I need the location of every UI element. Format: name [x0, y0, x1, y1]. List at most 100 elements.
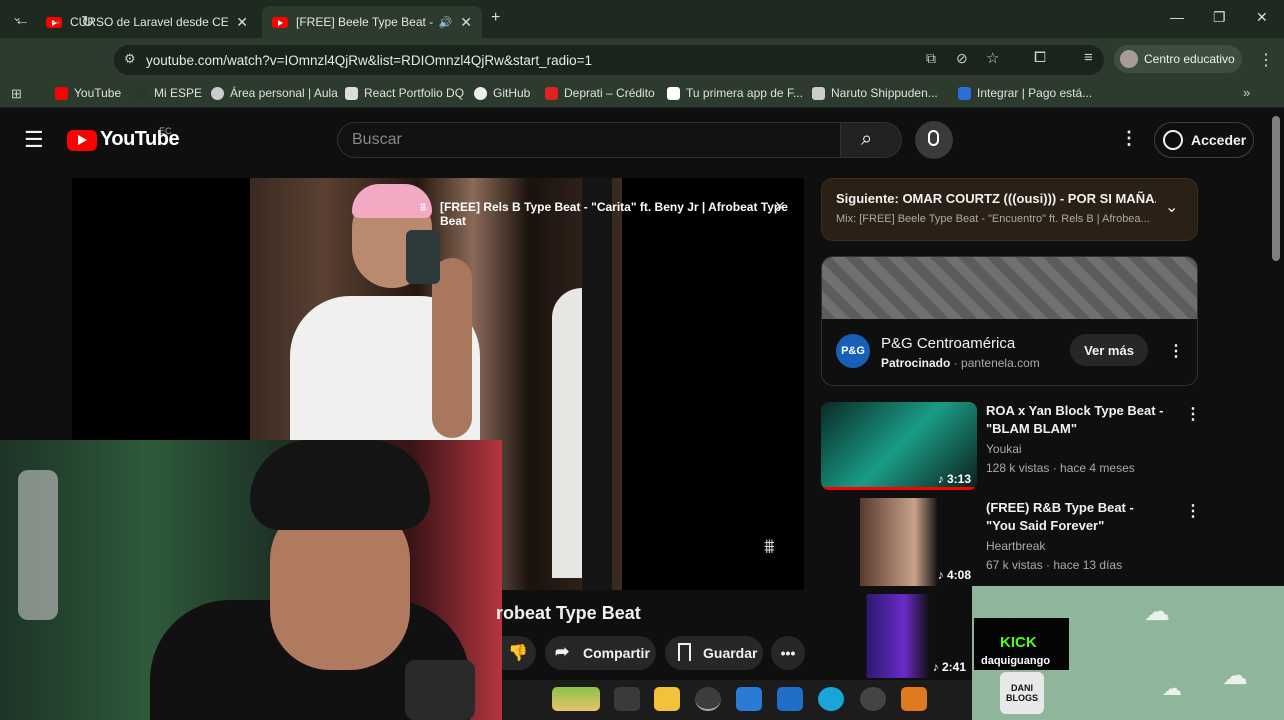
advertiser-logo[interactable]: P&G	[836, 334, 870, 368]
rec-title-2[interactable]: (FREE) R&B Type Beat - "You Said Forever…	[986, 499, 1166, 535]
bookmark-integrar[interactable]: Integrar | Pago está...	[958, 86, 1092, 100]
youtube-logo-icon[interactable]	[67, 130, 97, 151]
close-tab-icon[interactable]: ✕	[236, 14, 248, 31]
rec-options-kebab-icon[interactable]: ⋮	[1185, 404, 1201, 424]
minimize-icon[interactable]: —	[1170, 9, 1184, 25]
watched-progress-bar	[821, 487, 977, 490]
ad-banner-image[interactable]	[822, 257, 1197, 319]
page-scrollbar[interactable]	[1272, 116, 1280, 261]
extensions-icon[interactable]: ⧠	[1034, 49, 1046, 66]
more-actions-button[interactable]: •••	[771, 636, 805, 670]
maximize-icon[interactable]: ❐	[1213, 9, 1226, 26]
region-code: EC	[159, 126, 172, 136]
rec-channel-2[interactable]: Heartbreak	[986, 539, 1045, 553]
install-app-icon[interactable]: ⧉	[926, 50, 936, 67]
save-button[interactable]: Guardar	[665, 636, 763, 670]
rec-age: hace 13 días	[1053, 558, 1123, 572]
rec-thumbnail-3[interactable]: ♪ 2:41	[821, 594, 972, 678]
webcam-overlay	[0, 440, 502, 720]
tab-laravel[interactable]: CURSO de Laravel desde CERO ✕	[36, 6, 258, 38]
store-icon[interactable]	[736, 687, 762, 711]
widgets-icon[interactable]	[552, 687, 600, 711]
share-button[interactable]: ➦ Compartir	[545, 636, 656, 670]
sign-in-button[interactable]: Acceder	[1154, 122, 1254, 158]
bookmark-github[interactable]: GitHub	[474, 86, 530, 100]
site-info-icon[interactable]: ⚙	[124, 51, 136, 67]
bookmark-primera-app[interactable]: Tu primera app de F...	[667, 86, 803, 100]
rec-options-kebab-icon[interactable]: ⋮	[1185, 501, 1201, 521]
bookmark-label: YouTube	[74, 86, 122, 100]
rec-duration: ♪ 4:08	[937, 568, 971, 582]
media-controls-icon[interactable]: ≡	[1084, 49, 1093, 66]
obs-icon[interactable]	[860, 687, 886, 711]
ad-domain: pantenela.com	[961, 356, 1040, 370]
share-icon: ➦	[555, 642, 570, 661]
playlist-icon: ⩩	[420, 200, 427, 214]
bookmark-mi-espe[interactable]: Mi ESPE	[135, 86, 202, 100]
up-next-panel[interactable]	[821, 178, 1198, 241]
playlist-filter-icon[interactable]: ⩩	[764, 536, 775, 559]
task-view-icon[interactable]	[614, 687, 640, 711]
deprati-icon	[545, 86, 558, 100]
webcam-subject-hair	[250, 440, 430, 530]
close-window-icon[interactable]: ✕	[1256, 9, 1268, 26]
rec-thumbnail-2[interactable]: ♪ 4:08	[821, 498, 977, 586]
ver-mas-button[interactable]: Ver más	[1070, 334, 1148, 366]
bookmark-react-portfolio[interactable]: React Portfolio DQ	[345, 86, 464, 100]
more-bookmarks-icon[interactable]: »	[1243, 85, 1250, 100]
hamburger-menu-icon[interactable]: ☰	[24, 127, 44, 153]
tracking-protection-icon[interactable]: ⊘	[956, 50, 968, 67]
chrome-icon[interactable]	[695, 687, 721, 711]
player-banner-title[interactable]: [FREE] Rels B Type Beat - "Carita" ft. B…	[440, 200, 804, 228]
page-icon	[135, 86, 148, 100]
github-icon	[474, 86, 487, 100]
sponsored-label: Patrocinado	[881, 356, 951, 370]
video-subject-arm	[432, 258, 472, 438]
edge-icon[interactable]	[818, 687, 844, 711]
reload-icon[interactable]: ↻	[81, 12, 94, 32]
rec-views: 128 k vistas	[986, 461, 1050, 475]
back-icon[interactable]: ←	[14, 12, 30, 30]
apps-grid-icon[interactable]: ⊞	[11, 86, 22, 102]
settings-kebab-icon[interactable]: ⋮	[1120, 128, 1138, 149]
profile-button[interactable]: Centro educativo	[1114, 45, 1242, 73]
bookmark-label: GitHub	[493, 86, 531, 100]
address-bar[interactable]: ⚙ youtube.com/watch?v=IOmnzl4QjRw&list=R…	[114, 45, 1104, 75]
url-text: youtube.com/watch?v=IOmnzl4QjRw&list=RDI…	[146, 52, 593, 68]
voice-search-button[interactable]	[915, 121, 953, 159]
fl-studio-icon[interactable]	[901, 687, 927, 711]
up-next-title[interactable]: Siguiente: OMAR COURTZ (((ousi))) - POR …	[836, 191, 1156, 206]
dislike-button[interactable]: 👎	[502, 636, 536, 670]
new-tab-icon[interactable]: +	[491, 9, 500, 27]
rec-thumbnail-1[interactable]: ♪ 3:13	[821, 402, 977, 490]
page-icon	[667, 86, 680, 100]
bookmark-label: Naruto Shippuden...	[831, 86, 938, 100]
expand-chevron-icon[interactable]: ⌄	[1165, 197, 1178, 217]
bookmark-star-icon[interactable]: ☆	[986, 49, 999, 67]
search-button[interactable]: ⌕	[840, 122, 902, 158]
rec-channel-1[interactable]: Youkai	[986, 442, 1022, 456]
mail-icon[interactable]	[777, 687, 803, 711]
bookmark-label: Tu primera app de F...	[686, 86, 803, 100]
browser-menu-icon[interactable]: ⋮	[1258, 50, 1274, 70]
file-explorer-icon[interactable]	[654, 687, 680, 711]
close-banner-icon[interactable]: ✕	[774, 198, 786, 215]
bookmark-aula[interactable]: Área personal | Aula	[211, 86, 338, 100]
forward-icon[interactable]: →	[47, 12, 63, 30]
rec-title-1[interactable]: ROA x Yan Block Type Beat - "BLAM BLAM"	[986, 402, 1166, 438]
dani-blogs-logo: DANI BLOGS	[1000, 672, 1044, 714]
bookmark-naruto[interactable]: Naruto Shippuden...	[812, 86, 938, 100]
microphone-icon	[928, 130, 939, 146]
video-title: robeat Type Beat	[496, 603, 641, 623]
bookmark-youtube[interactable]: YouTube	[55, 86, 121, 100]
advertiser-name[interactable]: P&G Centroamérica	[881, 335, 1015, 352]
video-subject-phone	[406, 230, 440, 284]
search-icon: ⌕	[861, 128, 873, 150]
bookmark-deprati[interactable]: Deprati – Crédito	[545, 86, 655, 100]
close-tab-icon[interactable]: ✕	[460, 14, 472, 31]
search-input[interactable]: Buscar	[337, 122, 841, 158]
ad-options-kebab-icon[interactable]: ⋮	[1168, 341, 1184, 361]
tab-beele[interactable]: [FREE] Beele Type Beat - "En 🔊 ✕	[262, 6, 482, 38]
audio-playing-icon[interactable]: 🔊	[439, 16, 453, 29]
share-label: Compartir	[583, 645, 650, 661]
